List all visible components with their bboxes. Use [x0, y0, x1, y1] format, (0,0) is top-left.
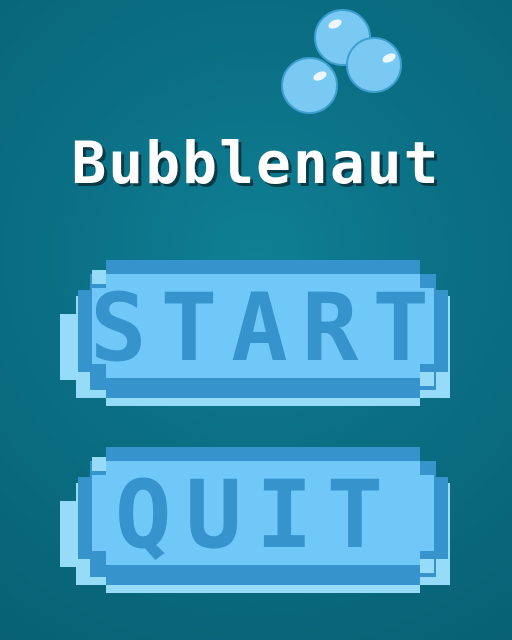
quit-button[interactable]: QUIT: [60, 443, 452, 593]
start-button-label: START: [90, 274, 443, 383]
start-button[interactable]: START: [60, 256, 452, 406]
logo-bubble-icon: [281, 57, 338, 114]
game-title: Bubblenaut: [71, 129, 441, 197]
quit-button-label: QUIT: [114, 461, 398, 570]
logo-bubble-icon: [346, 37, 402, 93]
title-screen: Bubblenaut START QUIT: [0, 0, 512, 640]
